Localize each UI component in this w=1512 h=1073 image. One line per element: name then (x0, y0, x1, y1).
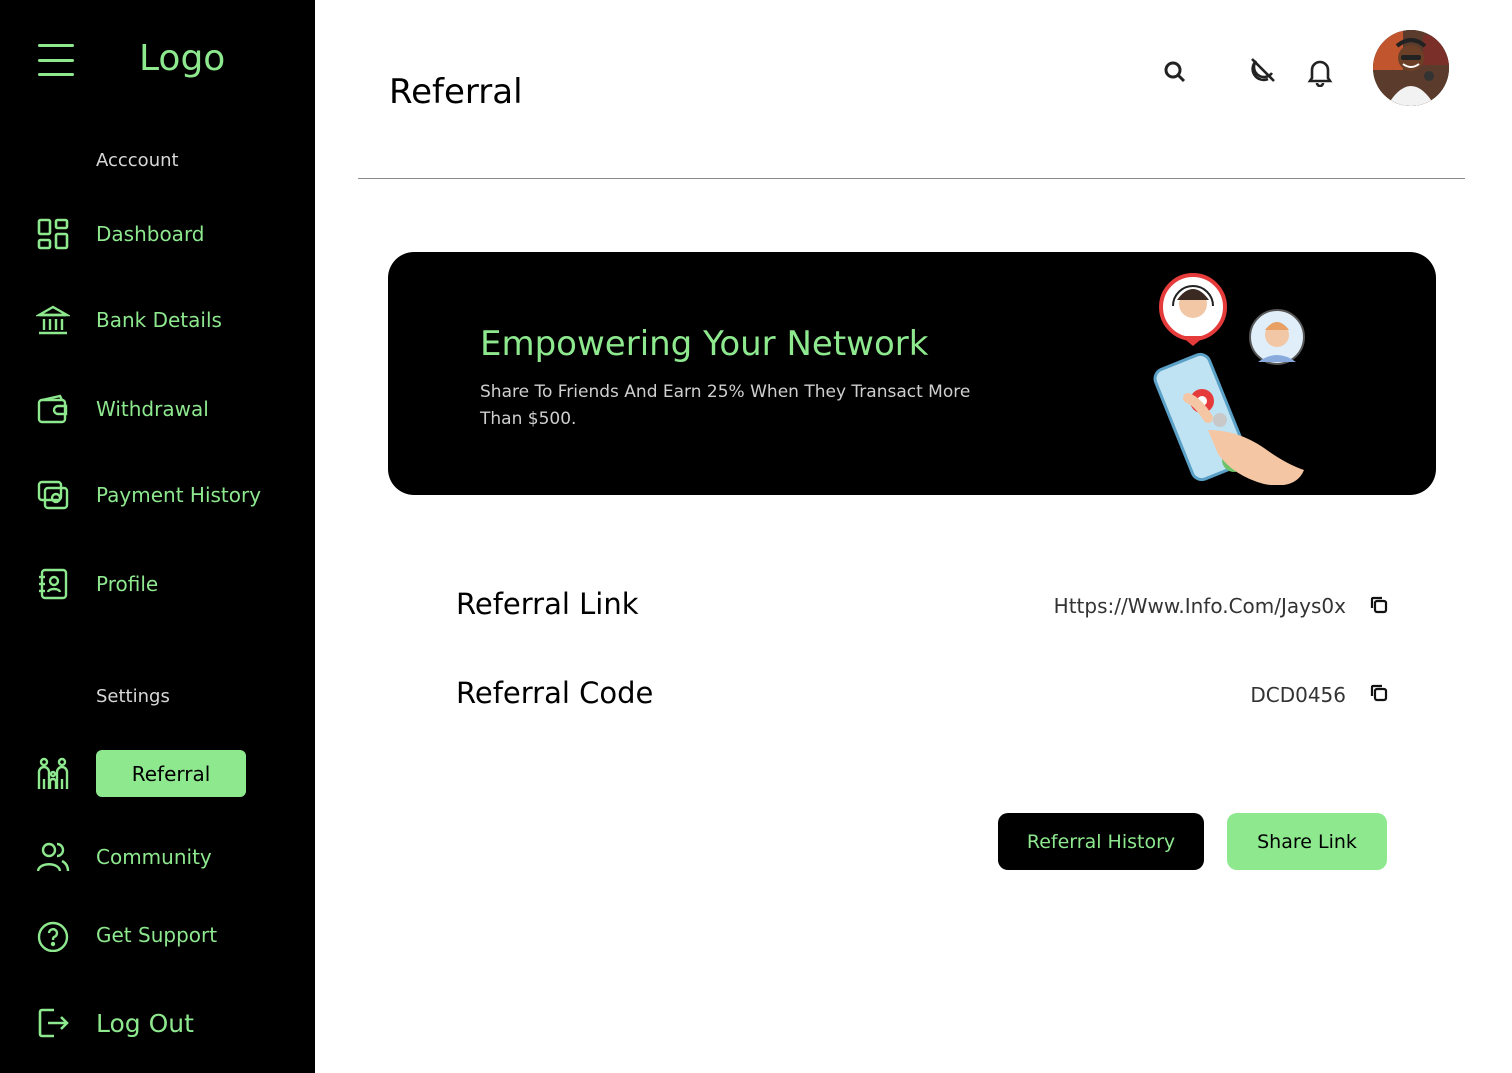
menu-icon[interactable] (38, 44, 74, 76)
payment-history-icon (36, 478, 70, 512)
settings-section-label: Settings (96, 686, 170, 707)
sidebar-item-label: Payment History (96, 483, 262, 507)
logout-icon (36, 1006, 70, 1040)
referral-history-button[interactable]: Referral History (998, 813, 1204, 870)
sidebar-item-label: Bank Details (96, 308, 222, 332)
avatar[interactable] (1373, 30, 1449, 106)
sidebar-item-referral[interactable] (36, 757, 70, 791)
wallet-icon (36, 392, 70, 426)
referral-link-value: Https://Www.Info.Com/Jays0x (1053, 594, 1346, 618)
referral-code-value: DCD0456 (1250, 683, 1346, 707)
sidebar-item-label: Community (96, 845, 212, 869)
profile-icon (36, 567, 70, 601)
search-icon[interactable] (1160, 57, 1190, 87)
main-content: Referral Empowering Your Network Share T… (315, 0, 1512, 1073)
sidebar-item-label: Profile (96, 572, 159, 596)
copy-link-icon[interactable] (1368, 594, 1390, 616)
sidebar-item-community[interactable]: Community (36, 840, 212, 874)
account-section-label: Acccount (96, 150, 179, 171)
sidebar-item-label: Withdrawal (96, 397, 209, 421)
sidebar-item-dashboard[interactable]: Dashboard (36, 217, 205, 251)
referral-link-label: Referral Link (456, 587, 639, 621)
header-divider (358, 178, 1465, 179)
bell-icon[interactable] (1305, 57, 1335, 88)
share-link-button[interactable]: Share Link (1227, 813, 1387, 870)
copy-code-icon[interactable] (1368, 682, 1390, 704)
sidebar-item-label: Log Out (96, 1008, 194, 1038)
sidebar-item-profile[interactable]: Profile (36, 567, 158, 601)
phone-referral-illustration (1148, 270, 1318, 486)
sidebar-item-label: Get Support (96, 923, 218, 947)
logo: Logo (139, 38, 226, 79)
referral-banner: Empowering Your Network Share To Friends… (388, 252, 1436, 495)
help-icon (36, 918, 70, 952)
banner-text: Share To Friends And Earn 25% When They … (480, 382, 971, 429)
sidebar-item-log-out[interactable]: Log Out (36, 1006, 194, 1040)
sidebar-item-referral-label[interactable]: Referral (96, 750, 246, 797)
page-title: Referral (389, 72, 523, 112)
sidebar: Logo Acccount Dashboard Bank Details Wit… (0, 0, 315, 1073)
dark-mode-icon[interactable] (1248, 55, 1278, 85)
referral-code-label: Referral Code (456, 676, 654, 710)
banner-title: Empowering Your Network (480, 324, 929, 364)
sidebar-item-payment-history[interactable]: Payment History (36, 478, 261, 512)
bank-icon (36, 303, 70, 337)
sidebar-item-label: Dashboard (96, 222, 205, 246)
dashboard-icon (36, 217, 70, 251)
sidebar-item-bank-details[interactable]: Bank Details (36, 303, 222, 337)
referral-icon (36, 757, 70, 791)
community-icon (36, 840, 70, 874)
sidebar-item-withdrawal[interactable]: Withdrawal (36, 392, 209, 426)
sidebar-item-get-support[interactable]: Get Support (36, 918, 217, 952)
